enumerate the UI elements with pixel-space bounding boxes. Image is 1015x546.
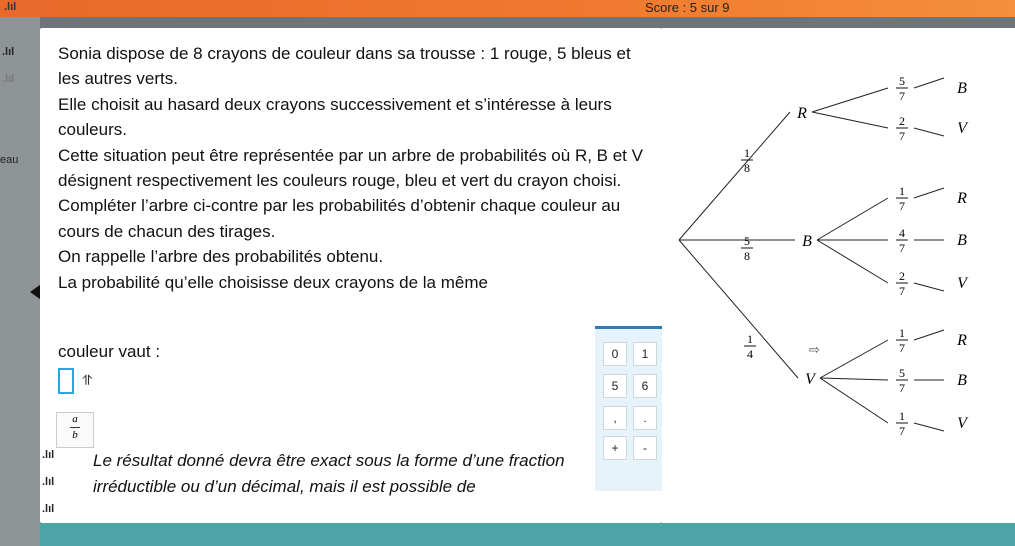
tree-prob-den: 8 [744,249,750,263]
tree-branch [913,422,945,432]
tree-node-label: B [957,80,967,97]
tree-prob-num: 5 [899,74,905,88]
tree-branch [913,282,945,292]
bottom-bar [40,523,1015,546]
top-bar: .lıl Score : 5 sur 9 [0,0,1015,17]
key-comma[interactable]: , [603,406,627,430]
tree-branch [913,77,945,89]
signal-icon: .lıl [42,503,55,515]
answer-input[interactable] [58,368,74,394]
answer-label: couleur vaut : [58,342,161,361]
tree-prob-den: 7 [899,424,905,438]
key-dot[interactable]: . [633,406,657,430]
key-0[interactable]: 0 [603,342,627,366]
tree-prob-den: 4 [747,347,753,361]
tree-prob-den: 7 [899,199,905,213]
tree-node-label: R [956,332,967,349]
tree-branch [819,377,889,424]
tree-node-label: V [957,275,969,292]
key-5[interactable]: 5 [603,374,627,398]
signal-icon: .lıl [42,476,55,488]
tree-node-label: V [957,120,969,137]
tree-prob-num: 2 [899,114,905,128]
tree-node-label: V [805,371,817,388]
tree-prob-num: 2 [899,269,905,283]
tree-node-label: R [956,190,967,207]
probability-tree: 18R57 B27 V58B17 R47 B27 V14V17 R57 B17 V [678,74,969,438]
tree-branch [819,377,889,381]
tree-branch [811,87,889,113]
tree-prob-num: 1 [744,146,750,160]
tree-branch [913,187,945,199]
strip-label: eau [0,154,19,166]
tree-prob-den: 7 [899,284,905,298]
tree-branch [819,339,889,379]
tree-branch [913,127,945,137]
score-display: Score : 5 sur 9 [645,0,730,15]
tree-prob-num: 1 [747,332,753,346]
tree-prob-den: 7 [899,381,905,395]
question-paragraph: Cette situation peut être représentée pa… [58,145,643,191]
strip-label: .lıl [2,73,15,85]
tree-prob-num: 5 [744,234,750,248]
tree-node-label: B [957,372,967,389]
tree-branch [678,111,791,241]
tree-prob-num: 1 [899,409,905,423]
tree-node-label: B [802,233,812,250]
tree-branch [913,329,945,341]
tree-branch [811,111,889,129]
tree-node-label: R [796,105,807,122]
instruction-note: Le résultat donné devra être exact sous … [93,451,565,496]
signal-icon: .lıl [42,449,55,461]
question-paragraph: La probabilité qu’elle choisisse deux cr… [58,272,488,292]
tree-node-label: B [957,232,967,249]
cursor-icon: ⇨ [809,342,820,357]
tree-prob-den: 7 [899,341,905,355]
strip-label: .lıl [2,46,15,58]
tree-prob-den: 8 [744,161,750,175]
question-text: Sonia dispose de 8 crayons de couleur da… [58,41,648,295]
tree-prob-num: 4 [899,226,905,240]
tree-prob-num: 1 [899,326,905,340]
tree-prob-num: 5 [899,366,905,380]
tree-branch [678,239,799,379]
tree-branch [816,197,889,241]
question-paragraph: Elle choisit au hasard deux crayons succ… [58,94,612,140]
tree-prob-den: 7 [899,129,905,143]
tree-panel: 18R57B27V58B17R47B27V14V17R57B17V [662,28,1015,523]
key-1[interactable]: 1 [633,342,657,366]
question-paragraph: On rappelle l’arbre des probabilités obt… [58,247,384,267]
tree-prob-den: 7 [899,89,905,103]
fraction-num: a [72,413,78,425]
tree-branch [816,239,889,284]
key-6[interactable]: 6 [633,374,657,398]
signal-icon: .lıl [4,1,17,13]
tree-prob-num: 1 [899,184,905,198]
tree-prob-den: 7 [899,241,905,255]
question-panel: Sonia dispose de 8 crayons de couleur da… [40,28,663,523]
fraction-button[interactable]: a b [56,412,94,448]
question-paragraph: Sonia dispose de 8 crayons de couleur da… [58,44,631,89]
fraction-den: b [72,429,78,441]
caret-icon: ⥣ [82,372,93,388]
tree-node-label: V [957,415,969,432]
question-paragraph: Compléter l’arbre ci-contre par les prob… [58,196,621,241]
